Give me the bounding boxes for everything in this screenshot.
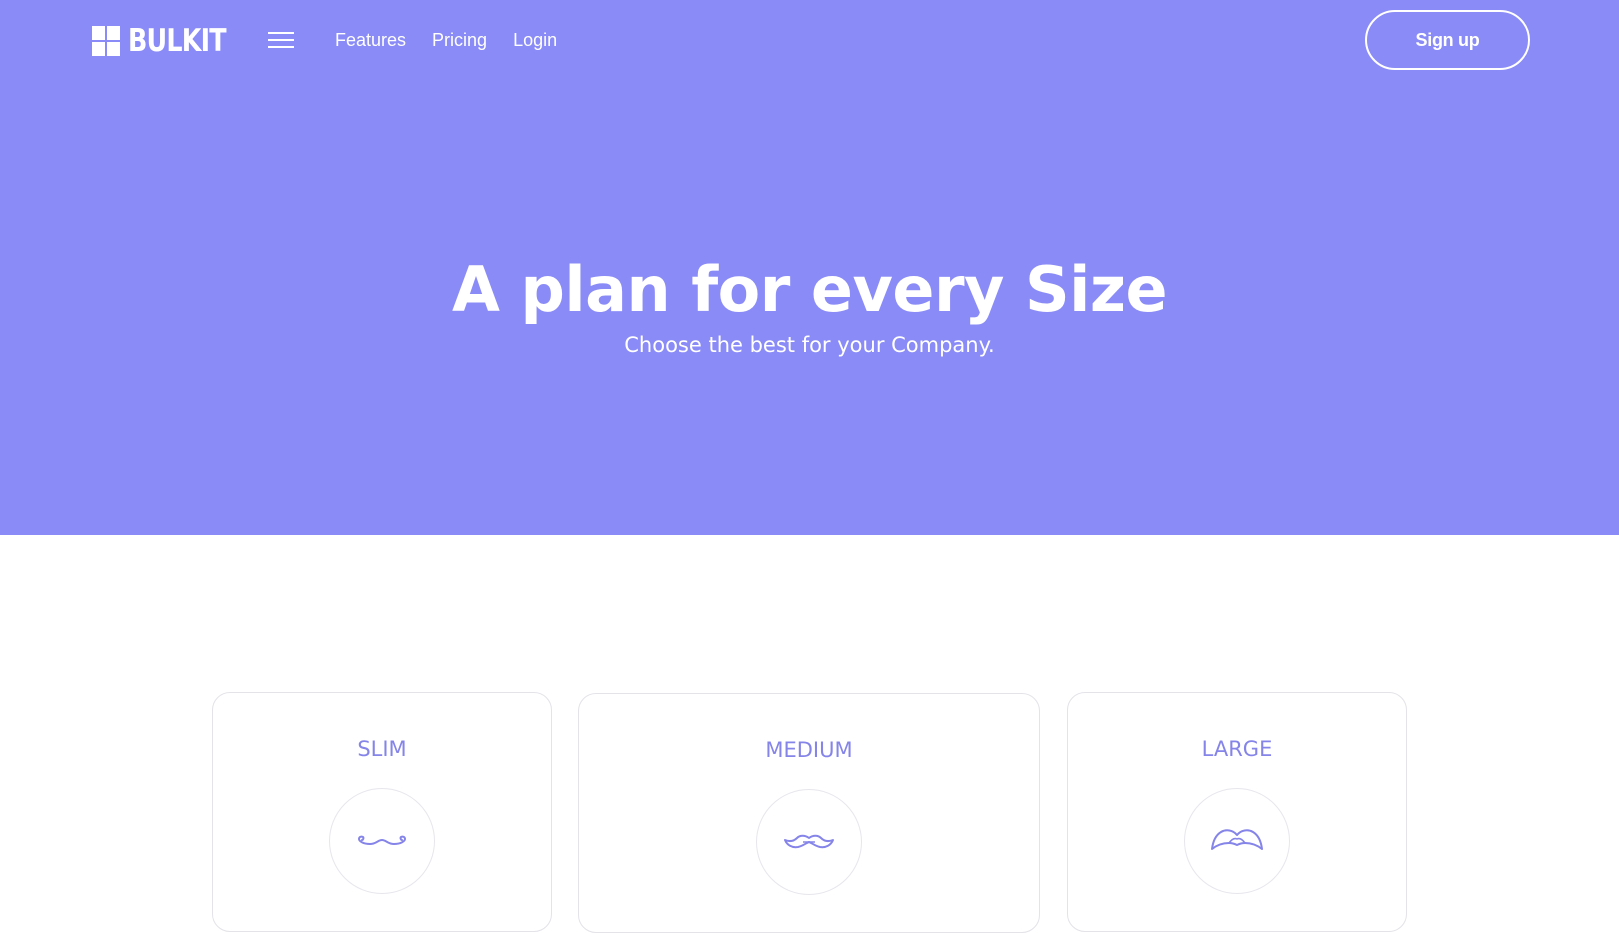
hero-section: BULKIT Features Pricing Login Sign up A …: [0, 0, 1619, 535]
brand-name: BULKIT: [128, 23, 227, 59]
signup-button[interactable]: Sign up: [1365, 10, 1530, 70]
grid-logo-icon: [92, 26, 120, 56]
navbar: BULKIT Features Pricing Login Sign up: [0, 0, 1619, 80]
nav-link-features[interactable]: Features: [335, 28, 406, 52]
plan-card-slim[interactable]: SLIM: [212, 692, 552, 932]
large-mustache-icon: [1184, 788, 1290, 894]
plan-name: MEDIUM: [765, 738, 853, 762]
plan-name: LARGE: [1201, 737, 1273, 761]
hero-subtitle: Choose the best for your Company.: [624, 333, 995, 357]
brand-logo[interactable]: BULKIT: [92, 24, 247, 58]
thin-mustache-icon: [329, 788, 435, 894]
nav-links: Features Pricing Login: [335, 28, 583, 52]
plan-card-medium[interactable]: MEDIUM: [578, 693, 1040, 933]
plan-card-large[interactable]: LARGE: [1067, 692, 1407, 932]
nav-link-login[interactable]: Login: [513, 28, 557, 52]
hero-title: A plan for every Size: [451, 253, 1168, 326]
hamburger-menu-icon[interactable]: [268, 30, 294, 50]
nav-link-pricing[interactable]: Pricing: [432, 28, 487, 52]
plan-name: SLIM: [357, 737, 407, 761]
medium-mustache-icon: [756, 789, 862, 895]
